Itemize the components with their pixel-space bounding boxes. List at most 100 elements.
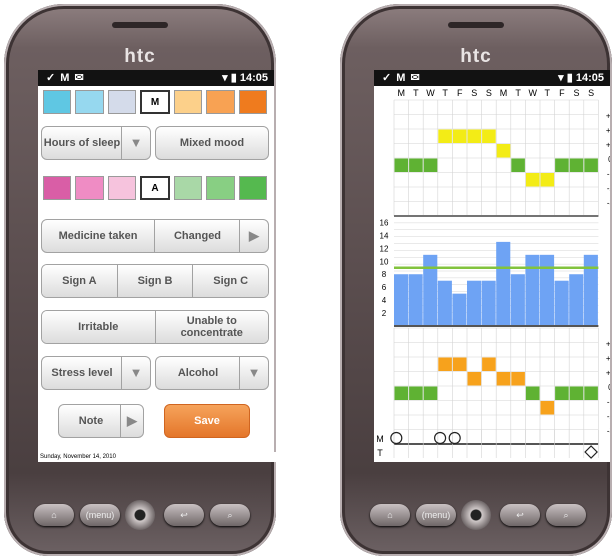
mood-mid-swatch-1[interactable]: [75, 176, 104, 200]
brand-logo: htc: [460, 46, 492, 67]
mood-mid-swatch-2[interactable]: [107, 176, 136, 200]
chevron-down-icon: ▼: [121, 357, 150, 389]
sleep-bar: [394, 274, 409, 326]
alcohol-dropdown[interactable]: Alcohol ▼: [155, 356, 269, 390]
mood-top-cell: [496, 144, 511, 158]
sleep-bar: [452, 293, 467, 326]
day-label: S: [486, 88, 492, 98]
mood-color-row-mid: A: [41, 174, 269, 202]
status-right: ▾ ▮ 14:05: [558, 72, 604, 84]
back-hw-button[interactable]: ↩: [500, 504, 540, 526]
home-hw-button[interactable]: ⌂: [34, 504, 74, 526]
mood-top-swatch-2[interactable]: [107, 90, 136, 114]
medicine-circle-icon: [448, 431, 461, 445]
mood-top-cell: [584, 158, 598, 172]
mood-bottom-axis-tick: +1: [606, 369, 610, 378]
hours-of-sleep-dropdown[interactable]: Hours of sleep ▼: [41, 126, 151, 160]
phone-left: htc ✓ M ✉ ▾ ▮ 14:05 M Hours of sleep ▼ M…: [4, 4, 276, 556]
sign-b-button[interactable]: Sign B: [117, 265, 194, 297]
menu-hw-button[interactable]: (menu): [416, 504, 456, 526]
clock: 14:05: [239, 72, 268, 84]
event-diamond-icon: [584, 445, 598, 459]
mood-top-cell: [511, 158, 525, 172]
earpiece: [112, 22, 168, 28]
trackball[interactable]: [125, 500, 155, 530]
irritable-button[interactable]: Irritable: [42, 311, 156, 343]
hardware-buttons: ⌂ (menu) ↩ ⌕: [340, 488, 612, 536]
search-hw-button[interactable]: ⌕: [210, 504, 250, 526]
mood-top-cell: [525, 173, 540, 187]
mood-top-swatch-1[interactable]: [75, 90, 104, 114]
mood-top-cell: [467, 129, 482, 143]
save-button[interactable]: Save: [164, 404, 250, 438]
mood-top-swatch-3[interactable]: M: [139, 90, 171, 114]
mood-mid-swatch-4[interactable]: [174, 176, 203, 200]
mood-bottom-cell: [409, 386, 423, 400]
sleep-bar: [481, 280, 496, 326]
mood-top-swatch-4[interactable]: [174, 90, 203, 114]
sleep-bar: [583, 254, 598, 326]
sleep-axis-tick: 10: [380, 257, 389, 266]
chevron-down-icon: ▼: [121, 127, 150, 159]
mood-bottom-cell: [511, 372, 525, 386]
mood-bottom-cell: [394, 386, 409, 400]
mood-top-axis-tick: -1: [607, 170, 610, 179]
medicine-row[interactable]: Medicine taken Changed ▶: [41, 219, 269, 253]
sign-segment: Sign A Sign B Sign C: [41, 264, 269, 298]
sleep-axis-tick: 2: [382, 309, 387, 318]
sign-c-button[interactable]: Sign C: [193, 265, 268, 297]
changed-label: Changed: [173, 230, 222, 242]
sleep-bar: [540, 254, 555, 326]
stress-level-dropdown[interactable]: Stress level ▼: [41, 356, 151, 390]
sleep-bar: [437, 280, 452, 326]
mood-mid-swatch-6[interactable]: [238, 176, 267, 200]
note-button[interactable]: Note ▶: [58, 404, 144, 438]
screen: ✓ M ✉ ▾ ▮ 14:05 M Hours of sleep ▼ Mixed…: [38, 70, 276, 462]
mood-top-swatch-5[interactable]: [206, 90, 235, 114]
mood-top-axis-tick: -2: [607, 184, 610, 193]
chevron-down-icon: ▼: [239, 357, 268, 389]
mood-top-cell: [569, 158, 584, 172]
mood-mid-swatch-5[interactable]: [206, 176, 235, 200]
day-label: M: [500, 88, 508, 98]
mood-top-axis-tick: +1: [606, 141, 610, 150]
mood-bottom-axis-tick: +2: [606, 354, 610, 363]
sleep-bar: [525, 254, 540, 326]
hardware-buttons: ⌂ (menu) ↩ ⌕: [4, 488, 276, 536]
sign-a-button[interactable]: Sign A: [42, 265, 118, 297]
unable-to-concentrate-button[interactable]: Unable to concentrate: [155, 311, 268, 343]
mood-bottom-cell: [423, 386, 438, 400]
status-bar: ✓ M ✉ ▾ ▮ 14:05: [374, 70, 610, 86]
mood-bottom-cell: [569, 386, 584, 400]
mood-mid-swatch-0[interactable]: [43, 176, 72, 200]
menu-hw-button[interactable]: (menu): [80, 504, 120, 526]
day-label: T: [545, 88, 551, 98]
trackball[interactable]: [461, 500, 491, 530]
mood-top-axis-tick: 0: [608, 155, 610, 164]
hours-of-sleep-label: Hours of sleep: [43, 137, 121, 149]
medicine-circle-icon: [390, 431, 403, 445]
search-hw-button[interactable]: ⌕: [546, 504, 586, 526]
home-hw-button[interactable]: ⌂: [370, 504, 410, 526]
mood-top-swatch-0[interactable]: [43, 90, 72, 114]
mood-top-cell: [394, 158, 409, 172]
mixed-mood-button[interactable]: Mixed mood: [155, 126, 269, 160]
row-m-label: M: [376, 434, 384, 444]
clock: 14:05: [575, 72, 604, 84]
mood-top-swatch-6[interactable]: [238, 90, 267, 114]
sleep-axis-tick: 14: [380, 231, 389, 240]
date-label: Sunday, November 14, 2010: [38, 452, 276, 462]
sleep-axis-tick: 6: [382, 283, 387, 292]
earpiece: [448, 22, 504, 28]
mood-bottom-cell: [540, 401, 555, 415]
sleep-axis-tick: 12: [380, 244, 389, 253]
mood-mid-swatch-3[interactable]: A: [139, 176, 171, 200]
mood-bottom-axis-tick: +3: [606, 340, 610, 349]
chevron-right-icon: ▶: [120, 405, 143, 437]
status-bar: ✓ M ✉ ▾ ▮ 14:05: [38, 70, 274, 86]
alcohol-label: Alcohol: [177, 367, 219, 379]
phone-right: htc ✓ M ✉ ▾ ▮ 14:05 MTWTFSSMTWTFSS+3+2+1…: [340, 4, 612, 556]
sleep-axis-tick: 16: [380, 218, 389, 227]
mood-bottom-cell: [438, 357, 452, 371]
back-hw-button[interactable]: ↩: [164, 504, 204, 526]
